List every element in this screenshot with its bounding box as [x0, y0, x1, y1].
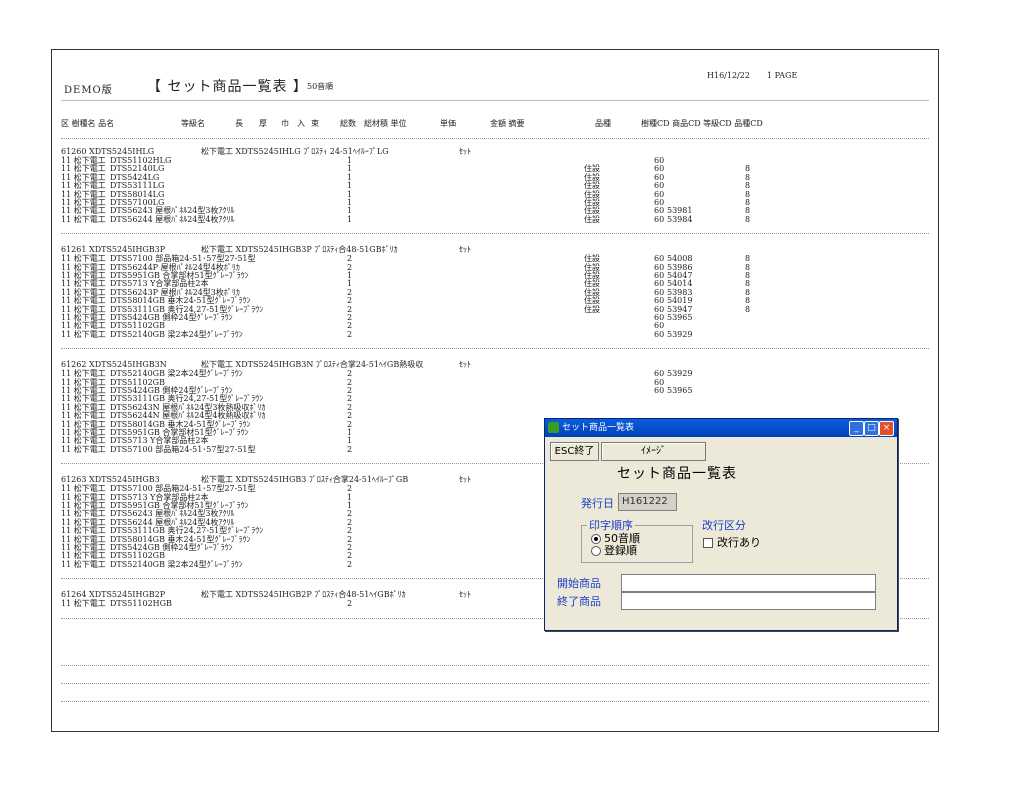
line-break-label: 改行区分 [702, 519, 746, 532]
row-kind-cd: 8 [745, 214, 751, 224]
row-qty: 2 [347, 329, 353, 339]
row-maker: 11 松下電工 [61, 329, 106, 339]
col-header: 樹種CD 商品CD 等級CD 品種CD [641, 119, 763, 128]
dialog-titlebar[interactable]: セット商品一覧表 _ □ × [545, 419, 897, 437]
end-product-label: 終了商品 [557, 595, 601, 608]
line-break-check-label: 改行あり [717, 536, 761, 549]
close-icon[interactable]: × [879, 421, 894, 436]
group-unit: ｾｯﾄ [459, 590, 471, 600]
group-divider [61, 233, 929, 235]
report-page: 1 PAGE [767, 71, 798, 80]
set-product-dialog: セット商品一覧表 _ □ × ESC終了 ｲﾒｰｼﾞ セット商品一覧表 発行日 … [544, 418, 898, 631]
col-header: 長 [235, 119, 243, 128]
report-title: 【 セット商品一覧表 】 [147, 79, 308, 95]
row-item: DTS51102HGB [110, 599, 172, 609]
maximize-icon[interactable]: □ [864, 421, 879, 436]
issue-date-field[interactable]: H161222 [618, 493, 677, 511]
report-date: H16/12/22 [707, 71, 750, 80]
group-unit: ｾｯﾄ [459, 475, 471, 485]
row-qty: 2 [347, 599, 353, 609]
col-header: 束 [311, 119, 319, 128]
group-description: 松下電工 XDTS5245IHGB2P ﾌﾟﾛｽﾃｨ合48-51ﾍｲGBﾎﾟﾘｶ [201, 590, 406, 600]
col-header: 単価 [440, 119, 456, 128]
esc-exit-button[interactable]: ESC終了 [550, 442, 599, 461]
group-header: 61261 XDTS5245IHGB3P 松下電工 XDTS5245IHGB3P … [61, 245, 929, 254]
report-order: 50音順 [307, 82, 334, 91]
app-icon [548, 422, 559, 433]
checkbox-icon [703, 538, 713, 548]
row-maker: 11 松下電工 [61, 599, 106, 609]
row-product-cd: 53984 [667, 214, 693, 224]
row-qty: 1 [347, 214, 353, 224]
row-maker: 11 松下電工 [61, 559, 106, 569]
row-maker: 11 松下電工 [61, 444, 106, 454]
divider [61, 701, 929, 702]
group-code: 61263 XDTS5245IHGB3 [61, 475, 160, 485]
group-code: 61260 XDTS5245IHLG [61, 147, 155, 156]
row-item: DTS57100 部品箱24-51･57型27-51型 [110, 444, 256, 454]
divider [61, 138, 929, 139]
radio-registered-label: 登録順 [604, 544, 637, 557]
col-header: 区 樹種名 品名 [61, 119, 115, 128]
col-header: 厚 [259, 119, 267, 128]
column-header-row: 区 樹種名 品名 等級名 長 厚 巾 入 束 総数 総材積 単位 単価 金額 摘… [61, 119, 929, 128]
col-header: 等級名 [181, 119, 205, 128]
row-species-cd: 60 [654, 329, 665, 339]
row-maker: 11 松下電工 [61, 214, 106, 224]
row-item: DTS56244 屋根ﾊﾟﾈﾙ24型4枚ｱｸﾘﾙ [110, 214, 235, 224]
table-row: 11 松下電工 DTS52140GB 梁2本24型ｸﾞﾚｰﾌﾞﾗｳﾝ 2 60 5392… [61, 330, 929, 339]
group-description: 松下電工 XDTS5245IHGB3N ﾌﾟﾛｽﾃｨ合掌24-51ﾍｲGB熱吸収 [201, 360, 424, 370]
col-header: 総材積 単位 [364, 119, 407, 128]
line-break-checkbox[interactable]: 改行あり [703, 534, 761, 550]
radio-registered[interactable]: 登録順 [591, 542, 637, 558]
group-header: 61262 XDTS5245IHGB3N 松下電工 XDTS5245IHGB3N … [61, 360, 929, 369]
row-product-cd: 53929 [667, 329, 693, 339]
dialog-heading: セット商品一覧表 [617, 466, 737, 482]
group-code: 61261 XDTS5245IHGB3P [61, 245, 166, 255]
minimize-icon[interactable]: _ [849, 421, 864, 436]
divider [61, 683, 929, 684]
group-code: 61262 XDTS5245IHGB3N [61, 360, 167, 370]
radio-off-icon [591, 546, 601, 556]
divider [61, 100, 929, 101]
group-divider [61, 348, 929, 350]
row-item: DTS52140GB 梁2本24型ｸﾞﾚｰﾌﾞﾗｳﾝ [110, 559, 243, 569]
row-item: DTS52140GB 梁2本24型ｸﾞﾚｰﾌﾞﾗｳﾝ [110, 329, 243, 339]
col-header: 巾 [281, 119, 289, 128]
row-qty: 2 [347, 559, 353, 569]
image-button[interactable]: ｲﾒｰｼﾞ [601, 442, 706, 461]
divider [61, 665, 929, 666]
group-description: 松下電工 XDTS5245IHLG ﾌﾟﾛｽﾃｨ 24-51ﾍｲﾙｰﾌﾟLG [201, 147, 389, 156]
group-header: 61260 XDTS5245IHLG 松下電工 XDTS5245IHLG ﾌﾟﾛｽ… [61, 147, 929, 156]
col-header: 入 [297, 119, 305, 128]
col-header: 総数 [340, 119, 356, 128]
row-kind: 住設 [584, 214, 600, 224]
table-row: 11 松下電工 DTS56244 屋根ﾊﾟﾈﾙ24型4枚ｱｸﾘﾙ 1 住設 60 5398… [61, 215, 929, 224]
row-species-cd: 60 [654, 214, 665, 224]
issue-date-label: 発行日 [581, 497, 614, 510]
col-header: 金額 摘要 [490, 119, 525, 128]
group-description: 松下電工 XDTS5245IHGB3 ﾌﾟﾛｽﾃｨ合掌24-51ﾍｲﾙｰﾌﾟGB [201, 475, 409, 485]
group-unit: ｾｯﾄ [459, 360, 471, 370]
end-product-input[interactable] [621, 592, 876, 610]
group-unit: ｾｯﾄ [459, 245, 471, 255]
demo-label: DEMO版 [64, 85, 113, 96]
dialog-title: セット商品一覧表 [562, 423, 635, 433]
col-header: 品種 [595, 119, 611, 128]
start-product-label: 開始商品 [557, 577, 601, 590]
group-code: 61264 XDTS5245IHGB2P [61, 590, 166, 600]
row-qty: 2 [347, 444, 353, 454]
group-unit: ｾｯﾄ [459, 147, 471, 156]
group-description: 松下電工 XDTS5245IHGB3P ﾌﾟﾛｽﾃｨ合48-51GBﾎﾟﾘｶ [201, 245, 398, 255]
start-product-input[interactable] [621, 574, 876, 592]
